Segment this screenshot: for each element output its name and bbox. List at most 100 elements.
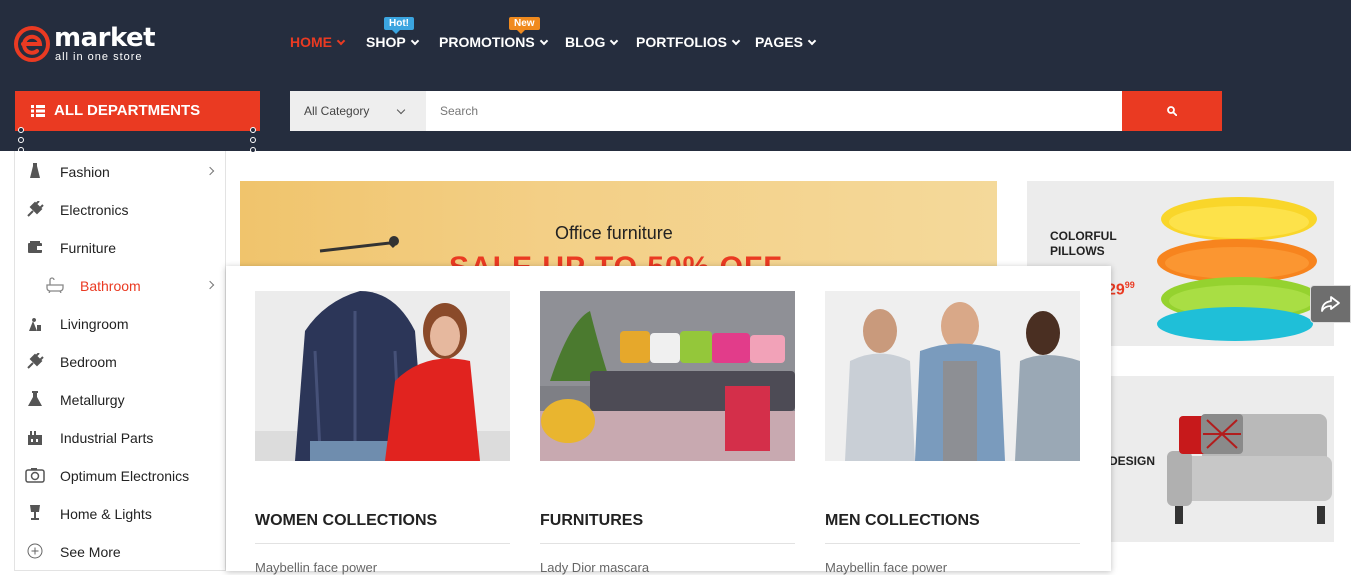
nav-portfolios-label: PORTFOLIOS	[636, 34, 727, 50]
divider	[255, 543, 510, 544]
category-select-value: All Category	[304, 104, 370, 118]
pillows-line-1: COLORFUL	[1050, 229, 1117, 243]
men-collections-link[interactable]: Maybellin face power	[825, 560, 947, 575]
search-input[interactable]	[426, 91, 1122, 131]
nav-shop[interactable]: SHOP	[366, 34, 419, 50]
dept-item-bedroom[interactable]: Bedroom	[15, 342, 225, 380]
dept-item-label: Furniture	[60, 240, 117, 256]
resize-handle[interactable]	[18, 127, 24, 133]
divider	[825, 543, 1080, 544]
dept-item-livingroom[interactable]: Livingroom	[15, 304, 225, 342]
dept-item-label: Fashion	[60, 164, 110, 180]
men-collections-photo	[825, 291, 1080, 461]
women-collections-link[interactable]: Maybellin face power	[255, 560, 377, 575]
new-badge: New	[509, 17, 540, 34]
dept-item-electronics[interactable]: Electronics	[15, 190, 225, 228]
chevron-down-icon	[539, 36, 548, 46]
search-bar: All Category	[290, 91, 1222, 131]
share-button[interactable]	[1310, 285, 1351, 323]
dept-item-label: Optimum Electronics	[60, 468, 190, 484]
list-icon	[31, 105, 45, 117]
women-collections-photo	[255, 291, 510, 461]
dept-item-label: Home & Lights	[60, 506, 152, 522]
dept-item-label: See More	[60, 544, 121, 560]
resize-handle[interactable]	[250, 137, 256, 143]
pillows-line-2: PILLOWS	[1050, 244, 1105, 258]
mega-menu: WOMEN COLLECTIONS Maybellin face power F…	[226, 266, 1111, 575]
chevron-down-icon	[731, 36, 741, 46]
dept-item-label: Livingroom	[60, 316, 129, 332]
logo-tagline: all in one store	[55, 51, 143, 63]
dept-item-label: Industrial Parts	[60, 430, 154, 446]
tools-icon	[29, 318, 41, 331]
furnitures-title[interactable]: FURNITURES	[540, 512, 643, 530]
dept-item-fashion[interactable]: Fashion	[15, 152, 225, 190]
dept-item-label: Metallurgy	[60, 392, 125, 408]
nav-portfolios[interactable]: PORTFOLIOS	[636, 34, 741, 50]
dept-item-optimum-electronics[interactable]: Optimum Electronics	[15, 456, 225, 494]
promo-banner[interactable]: Office furniture SALE UP TO 50% OFF	[240, 181, 997, 271]
wallet-icon	[28, 241, 42, 253]
nav-pages-label: PAGES	[755, 34, 803, 50]
men-collections-image[interactable]	[825, 291, 1080, 461]
search-icon	[1167, 106, 1177, 116]
price-cents: 99	[1124, 280, 1135, 290]
furnitures-link[interactable]: Lady Dior mascara	[540, 560, 649, 575]
nav-promotions-label: PROMOTIONS	[439, 34, 535, 50]
logo[interactable]: market all in one store	[14, 23, 164, 66]
furnitures-image[interactable]	[540, 291, 795, 461]
nav-home[interactable]: HOME	[290, 34, 346, 50]
logo-name: market	[54, 23, 156, 53]
bathtub-icon	[46, 277, 64, 293]
plug-icon	[27, 353, 44, 369]
mega-column: WOMEN COLLECTIONS Maybellin face power	[255, 291, 510, 575]
resize-handle[interactable]	[250, 147, 256, 153]
chevron-down-icon	[396, 105, 406, 115]
men-collections-title[interactable]: MEN COLLECTIONS	[825, 512, 980, 530]
dept-item-see-more[interactable]: See More	[15, 532, 225, 570]
resize-handle[interactable]	[18, 137, 24, 143]
flask-icon	[28, 391, 42, 406]
divider	[540, 543, 795, 544]
women-collections-title[interactable]: WOMEN COLLECTIONS	[255, 512, 437, 530]
chevron-right-icon	[205, 280, 215, 290]
nav-pages[interactable]: PAGES	[755, 34, 817, 50]
nav-blog-label: BLOG	[565, 34, 606, 50]
share-icon	[1321, 296, 1340, 312]
dept-item-home-lights[interactable]: Home & Lights	[15, 494, 225, 532]
mega-column: FURNITURES Lady Dior mascara	[540, 291, 795, 575]
banner-title: Office furniture	[555, 223, 673, 243]
resize-handle[interactable]	[250, 127, 256, 133]
dept-item-bathroom[interactable]: Bathroom	[15, 266, 225, 304]
chevron-right-icon	[205, 166, 215, 176]
logo-mark-icon	[14, 26, 50, 62]
pillows-image	[1157, 197, 1321, 341]
plus-circle-icon	[27, 543, 43, 559]
plug-icon	[27, 201, 44, 217]
furnitures-photo	[540, 291, 795, 461]
dept-item-metallurgy[interactable]: Metallurgy	[15, 380, 225, 418]
all-departments-button[interactable]: ALL DEPARTMENTS	[15, 91, 260, 131]
search-button[interactable]	[1122, 91, 1222, 131]
pillows-price: 2999	[1107, 280, 1135, 299]
camera-icon	[25, 468, 45, 483]
nav-promotions[interactable]: PROMOTIONS	[439, 34, 548, 50]
departments-menu: Fashion Electronics Furniture Bathroom L…	[14, 151, 226, 571]
dept-item-industrial-parts[interactable]: Industrial Parts	[15, 418, 225, 456]
site-header: market all in one store HOME SHOP PROMOT…	[0, 0, 1351, 153]
lamp-icon	[30, 505, 40, 520]
nav-blog[interactable]: BLOG	[565, 34, 619, 50]
dept-item-label: Bathroom	[80, 278, 141, 294]
chevron-down-icon	[610, 36, 619, 46]
all-departments-label: ALL DEPARTMENTS	[54, 102, 201, 119]
desk-lamp-image	[319, 236, 399, 253]
dept-item-furniture[interactable]: Furniture	[15, 228, 225, 266]
category-select[interactable]: All Category	[290, 91, 426, 131]
mega-column: MEN COLLECTIONS Maybellin face power	[825, 291, 1080, 575]
women-collections-image[interactable]	[255, 291, 510, 461]
dept-item-label: Bedroom	[60, 354, 117, 370]
sofa-image	[1167, 414, 1332, 524]
hot-badge: Hot!	[384, 17, 414, 34]
design-label: DESIGN	[1109, 454, 1156, 468]
factory-icon	[28, 431, 42, 445]
